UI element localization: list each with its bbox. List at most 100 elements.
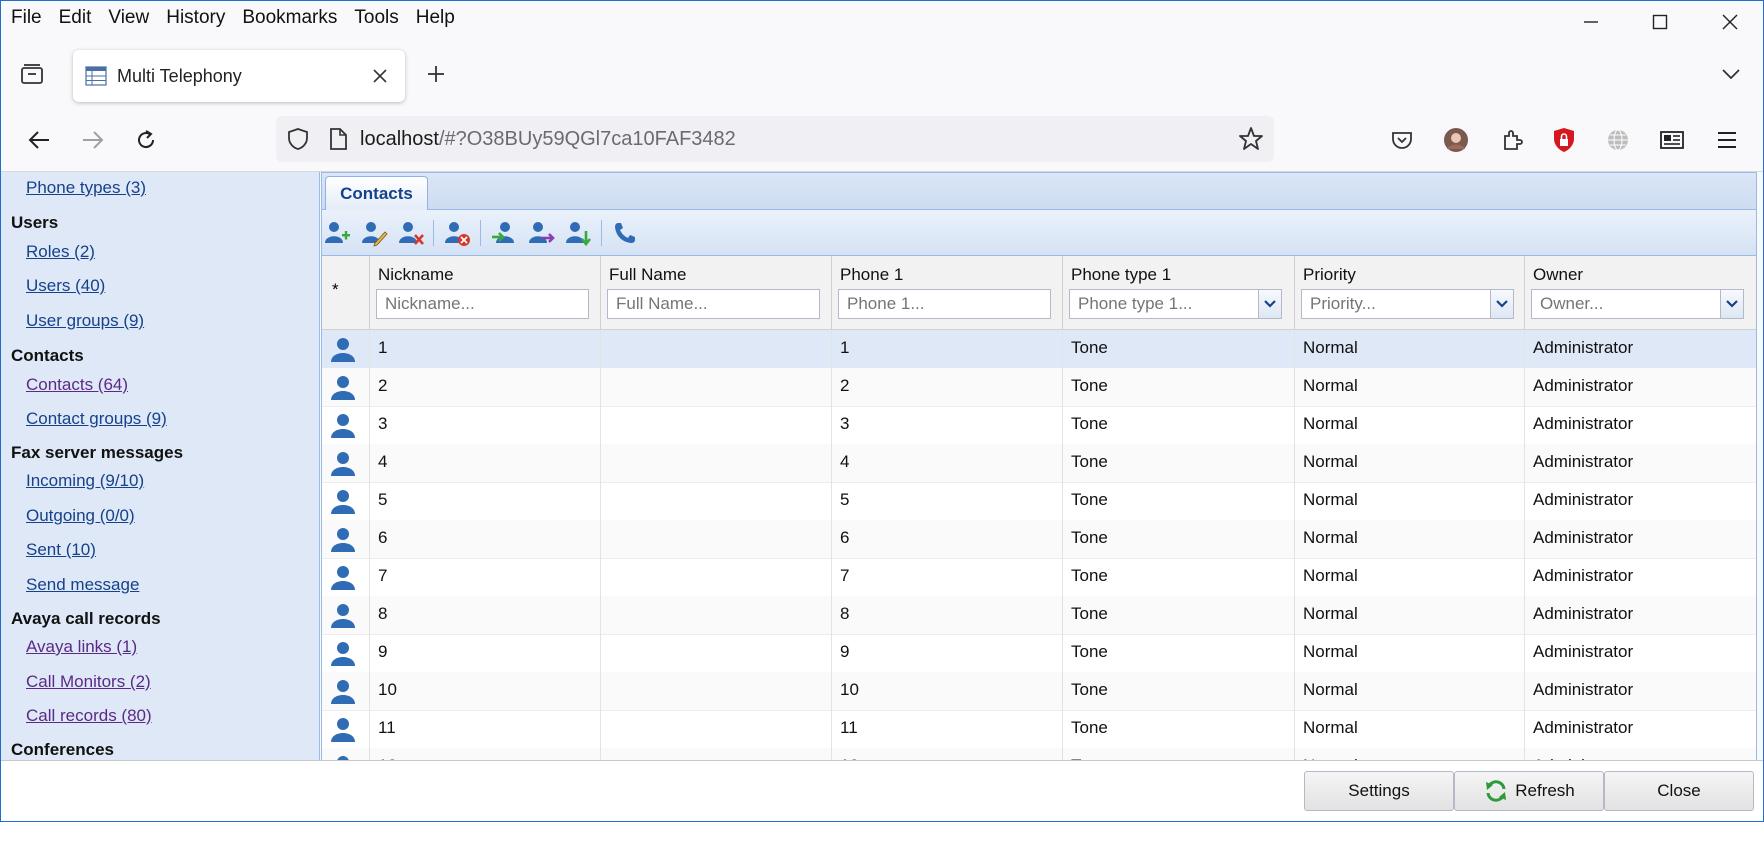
extensions-icon[interactable]	[1497, 125, 1527, 155]
sidebar-item-incoming[interactable]: Incoming (9/10)	[26, 471, 144, 491]
table-row[interactable]: 4 4 Tone Normal Administrator	[322, 444, 1756, 483]
cell-priority[interactable]: Normal	[1294, 558, 1524, 596]
download-contact-icon[interactable]	[563, 218, 593, 248]
maximize-icon[interactable]	[1645, 7, 1675, 37]
menu-edit[interactable]: Edit	[59, 7, 92, 29]
cell-phone-type-1[interactable]: Tone	[1062, 672, 1294, 710]
table-row[interactable]: 11 11 Tone Normal Administrator	[322, 710, 1756, 749]
cell-owner[interactable]: Administrator	[1524, 330, 1756, 368]
hamburger-menu-icon[interactable]	[1712, 125, 1742, 155]
cell-nickname[interactable]: 10	[369, 672, 600, 710]
cell-phone-1[interactable]: 3	[831, 406, 1062, 444]
cell-full-name[interactable]	[600, 672, 831, 710]
sidebar-item-send-message[interactable]: Send message	[26, 575, 139, 595]
menu-view[interactable]: View	[108, 7, 149, 29]
cell-owner[interactable]: Administrator	[1524, 558, 1756, 596]
cell-full-name[interactable]	[600, 330, 831, 368]
cell-priority[interactable]: Normal	[1294, 596, 1524, 634]
nickname-filter-input[interactable]	[376, 289, 589, 319]
column-header-phone-1[interactable]: Phone 1	[831, 256, 1063, 329]
cell-phone-type-1[interactable]: Tone	[1062, 482, 1294, 520]
column-header-priority[interactable]: Priority	[1294, 256, 1525, 329]
close-button[interactable]: Close	[1604, 771, 1754, 811]
sidebar-item-call-monitors[interactable]: Call Monitors (2)	[26, 672, 151, 692]
cell-phone-1[interactable]: 7	[831, 558, 1062, 596]
cell-priority[interactable]: Normal	[1294, 634, 1524, 672]
move-contact-icon[interactable]	[526, 218, 556, 248]
chevron-down-icon[interactable]	[1720, 289, 1744, 319]
sidebar-item-contact-groups[interactable]: Contact groups (9)	[26, 409, 167, 429]
browser-tab-active[interactable]: Multi Telephony	[73, 50, 405, 102]
menu-bookmarks[interactable]: Bookmarks	[242, 7, 337, 29]
cell-nickname[interactable]: 11	[369, 710, 600, 748]
cell-priority[interactable]: Normal	[1294, 672, 1524, 710]
cell-owner[interactable]: Administrator	[1524, 482, 1756, 520]
chevron-down-icon[interactable]	[1258, 289, 1282, 319]
cell-priority[interactable]: Normal	[1294, 368, 1524, 406]
cell-phone-type-1[interactable]: Tone	[1062, 330, 1294, 368]
cell-owner[interactable]: Administrator	[1524, 368, 1756, 406]
account-avatar-icon[interactable]	[1441, 125, 1471, 155]
full-name-filter-input[interactable]	[607, 289, 820, 319]
tab-groups-icon[interactable]	[17, 59, 47, 89]
globe-icon[interactable]	[1603, 125, 1633, 155]
ublock-icon[interactable]	[1549, 125, 1579, 155]
cell-priority[interactable]: Normal	[1294, 520, 1524, 558]
cell-phone-1[interactable]: 10	[831, 672, 1062, 710]
refresh-button[interactable]: Refresh	[1454, 771, 1604, 811]
sidebar-item-call-records[interactable]: Call records (80)	[26, 706, 152, 726]
table-row[interactable]: 1 1 Tone Normal Administrator	[322, 330, 1756, 369]
close-window-icon[interactable]	[1715, 7, 1745, 37]
cell-priority[interactable]: Normal	[1294, 330, 1524, 368]
cell-phone-type-1[interactable]: Tone	[1062, 710, 1294, 748]
menu-tools[interactable]: Tools	[354, 7, 398, 29]
cell-full-name[interactable]	[600, 710, 831, 748]
forward-icon[interactable]	[78, 125, 108, 155]
menu-history[interactable]: History	[166, 7, 225, 29]
cell-priority[interactable]: Normal	[1294, 482, 1524, 520]
table-row[interactable]: 6 6 Tone Normal Administrator	[322, 520, 1756, 559]
cell-phone-1[interactable]: 9	[831, 634, 1062, 672]
shield-icon[interactable]	[286, 127, 310, 151]
sidebar-item-outgoing[interactable]: Outgoing (0/0)	[26, 506, 135, 526]
cell-phone-type-1[interactable]: Tone	[1062, 444, 1294, 482]
sidebar-item-user-groups[interactable]: User groups (9)	[26, 311, 144, 331]
sidebar-item-roles[interactable]: Roles (2)	[26, 242, 95, 262]
select-all-column[interactable]: *	[322, 256, 369, 329]
sidebar-item-users[interactable]: Users (40)	[26, 276, 105, 296]
cell-nickname[interactable]: 2	[369, 368, 600, 406]
cell-phone-1[interactable]: 6	[831, 520, 1062, 558]
new-tab-icon[interactable]	[421, 59, 451, 89]
column-header-phone-type-1[interactable]: Phone type 1	[1062, 256, 1295, 329]
phone-1-filter-input[interactable]	[838, 289, 1051, 319]
close-tab-icon[interactable]	[365, 61, 395, 91]
cell-nickname[interactable]: 3	[369, 406, 600, 444]
table-row[interactable]: 9 9 Tone Normal Administrator	[322, 634, 1756, 673]
url-bar[interactable]: localhost/#?O38BUy59QGl7ca10FAF3482	[276, 116, 1274, 162]
cell-owner[interactable]: Administrator	[1524, 710, 1756, 748]
cell-owner[interactable]: Administrator	[1524, 444, 1756, 482]
cell-phone-1[interactable]: 4	[831, 444, 1062, 482]
cell-phone-1[interactable]: 5	[831, 482, 1062, 520]
cell-nickname[interactable]: 9	[369, 634, 600, 672]
cell-phone-type-1[interactable]: Tone	[1062, 634, 1294, 672]
cell-nickname[interactable]: 1	[369, 330, 600, 368]
cell-full-name[interactable]	[600, 444, 831, 482]
cell-nickname[interactable]: 8	[369, 596, 600, 634]
cell-full-name[interactable]	[600, 406, 831, 444]
cell-priority[interactable]: Normal	[1294, 710, 1524, 748]
cell-nickname[interactable]: 4	[369, 444, 600, 482]
cell-phone-type-1[interactable]: Tone	[1062, 520, 1294, 558]
cell-phone-1[interactable]: 8	[831, 596, 1062, 634]
cell-phone-type-1[interactable]: Tone	[1062, 596, 1294, 634]
cell-phone-type-1[interactable]: Tone	[1062, 368, 1294, 406]
table-row[interactable]: 10 10 Tone Normal Administrator	[322, 672, 1756, 711]
phone-type-1-filter-combo[interactable]	[1069, 289, 1259, 319]
priority-filter-combo[interactable]	[1301, 289, 1491, 319]
bookmark-star-icon[interactable]	[1238, 126, 1264, 152]
cell-full-name[interactable]	[600, 520, 831, 558]
menu-file[interactable]: File	[11, 7, 42, 29]
cell-phone-type-1[interactable]: Tone	[1062, 406, 1294, 444]
cell-phone-1[interactable]: 1	[831, 330, 1062, 368]
sidebar-item-phone-types[interactable]: Phone types (3)	[26, 178, 146, 198]
